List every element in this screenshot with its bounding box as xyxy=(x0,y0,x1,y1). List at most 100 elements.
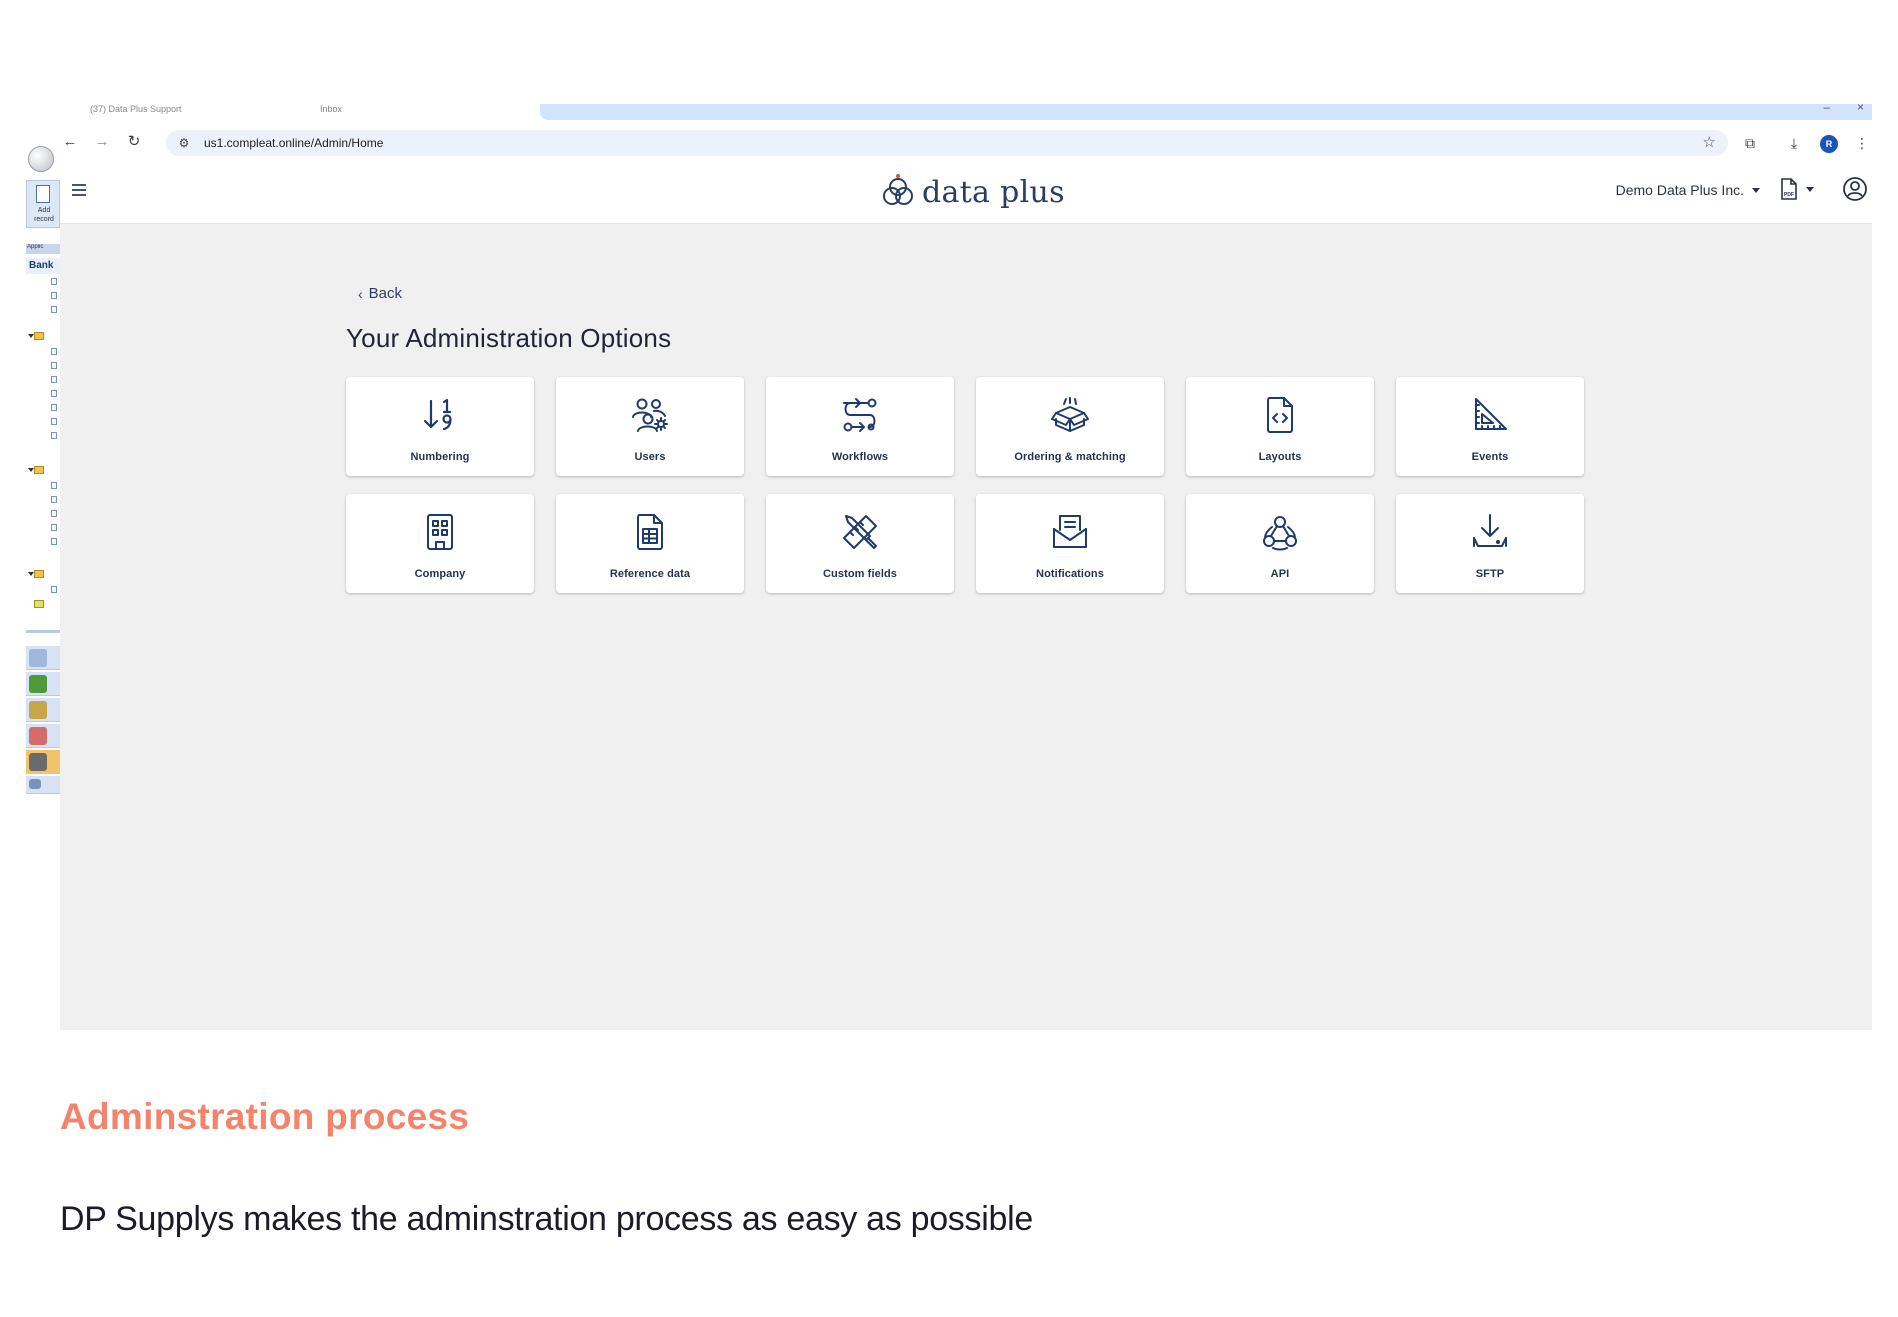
main-content: ‹ Back Your Administration Options Numbe… xyxy=(60,225,1872,1030)
company-name: Demo Data Plus Inc. xyxy=(1615,182,1744,198)
pdf-menu-button[interactable]: PDF xyxy=(1780,178,1814,200)
option-label: Workflows xyxy=(831,451,889,463)
nav-button[interactable] xyxy=(26,776,60,794)
option-card-sftp[interactable]: SFTP xyxy=(1396,494,1584,593)
tree-item-icon[interactable] xyxy=(51,496,57,503)
nav-button[interactable] xyxy=(26,698,60,722)
nav-button[interactable] xyxy=(26,672,60,696)
option-card-events[interactable]: Events xyxy=(1396,377,1584,476)
folder-icon[interactable] xyxy=(34,600,44,608)
nav-icon xyxy=(29,701,47,719)
option-label: Company xyxy=(414,568,466,580)
back-arrow-icon[interactable]: ← xyxy=(60,132,80,152)
extensions-icon[interactable]: ⧉ xyxy=(1740,133,1760,153)
tree-item-icon[interactable] xyxy=(51,586,57,593)
user-account-icon[interactable] xyxy=(1842,176,1868,202)
tree-item-icon[interactable] xyxy=(51,362,57,369)
nav-icon xyxy=(29,779,41,789)
nav-button[interactable] xyxy=(26,724,60,748)
document-icon xyxy=(36,185,50,203)
tree-item-icon[interactable] xyxy=(51,510,57,517)
folder-icon[interactable] xyxy=(34,570,44,578)
tree-item-icon[interactable] xyxy=(51,292,57,299)
address-bar[interactable]: ⚙ us1.compleat.online/Admin/Home ☆ xyxy=(166,130,1728,156)
option-card-workflows[interactable]: Workflows xyxy=(766,377,954,476)
folder-icon[interactable] xyxy=(34,332,44,340)
browser-tab[interactable]: (37) Data Plus Support xyxy=(90,104,270,116)
file-table-icon xyxy=(630,512,670,552)
tree-item-icon[interactable] xyxy=(51,348,57,355)
admin-options-grid: Numbering Users Workflows Ordering & mat… xyxy=(346,377,1586,595)
building-icon xyxy=(420,512,460,552)
app-header: data plus Demo Data Plus Inc. PDF xyxy=(60,160,1872,224)
option-card-ordering-matching[interactable]: Ordering & matching xyxy=(976,377,1164,476)
download-icon[interactable]: ⤓ xyxy=(1784,133,1804,153)
option-card-notifications[interactable]: Notifications xyxy=(976,494,1164,593)
option-card-numbering[interactable]: Numbering xyxy=(346,377,534,476)
option-label: SFTP xyxy=(1475,568,1505,580)
profile-avatar[interactable]: R xyxy=(1820,135,1838,153)
nav-icon xyxy=(29,649,47,667)
route-icon xyxy=(840,395,880,435)
site-settings-icon[interactable]: ⚙ xyxy=(176,135,192,151)
divider xyxy=(26,630,60,633)
app-orb-icon[interactable] xyxy=(28,146,54,172)
option-card-layouts[interactable]: Layouts xyxy=(1186,377,1374,476)
option-card-users[interactable]: Users xyxy=(556,377,744,476)
forward-arrow-icon[interactable]: → xyxy=(92,132,112,152)
browser-menu-icon[interactable]: ⋮ xyxy=(1852,133,1872,153)
tree-item-icon[interactable] xyxy=(51,418,57,425)
tree-view xyxy=(26,276,60,616)
minimize-icon[interactable]: – xyxy=(1823,104,1830,114)
tree-item-icon[interactable] xyxy=(51,278,57,285)
download-tray-icon xyxy=(1470,512,1510,552)
tree-item-icon[interactable] xyxy=(51,482,57,489)
nav-button[interactable] xyxy=(26,750,60,774)
tree-item-icon[interactable] xyxy=(51,404,57,411)
add-record-button[interactable]: Add record xyxy=(26,180,60,228)
add-record-label-2: record xyxy=(34,216,54,223)
tree-item-icon[interactable] xyxy=(51,306,57,313)
reload-icon[interactable]: ↻ xyxy=(124,132,144,152)
pdf-file-icon: PDF xyxy=(1781,178,1797,200)
open-box-icon xyxy=(1050,395,1090,435)
legacy-app-sidebar: Add record Applic Bank xyxy=(26,140,60,800)
bank-icon xyxy=(29,753,47,771)
pdf-badge: PDF xyxy=(1784,192,1794,198)
option-label: Users xyxy=(634,451,666,463)
envelope-open-icon xyxy=(1050,512,1090,552)
active-tab[interactable] xyxy=(540,104,1872,120)
sort-numeric-icon xyxy=(420,395,460,435)
tree-item-icon[interactable] xyxy=(51,376,57,383)
hamburger-menu-icon[interactable] xyxy=(72,184,86,196)
option-label: Numbering xyxy=(410,451,470,463)
option-card-reference-data[interactable]: Reference data xyxy=(556,494,744,593)
pencil-ruler-icon xyxy=(840,512,880,552)
close-window-icon[interactable]: × xyxy=(1857,104,1864,114)
logo-text: data plus xyxy=(922,174,1065,210)
logo-circles-icon xyxy=(883,174,913,205)
back-link[interactable]: ‹ Back xyxy=(358,285,402,302)
browser-tab[interactable]: Inbox xyxy=(320,104,460,116)
bookmark-star-icon[interactable]: ☆ xyxy=(1703,133,1716,151)
caret-down-icon xyxy=(1752,187,1760,193)
company-selector[interactable]: Demo Data Plus Inc. xyxy=(1616,182,1760,198)
page-title: Your Administration Options xyxy=(346,323,672,353)
nav-icon xyxy=(29,675,47,693)
data-plus-logo[interactable]: data plus xyxy=(878,172,1065,212)
nav-button[interactable] xyxy=(26,646,60,670)
tree-item-icon[interactable] xyxy=(51,524,57,531)
tree-item-icon[interactable] xyxy=(51,432,57,439)
tree-item-icon[interactable] xyxy=(51,390,57,397)
tree-item-icon[interactable] xyxy=(51,538,57,545)
applic-tab[interactable]: Applic xyxy=(26,244,60,254)
option-card-company[interactable]: Company xyxy=(346,494,534,593)
option-card-api[interactable]: API xyxy=(1186,494,1374,593)
webhook-icon xyxy=(1260,512,1300,552)
caret-down-icon xyxy=(1806,186,1814,192)
url-text[interactable]: us1.compleat.online/Admin/Home xyxy=(204,136,383,150)
option-card-custom-fields[interactable]: Custom fields xyxy=(766,494,954,593)
back-label: Back xyxy=(368,285,403,302)
add-record-label-1: Add xyxy=(37,207,51,214)
folder-icon[interactable] xyxy=(34,466,44,474)
